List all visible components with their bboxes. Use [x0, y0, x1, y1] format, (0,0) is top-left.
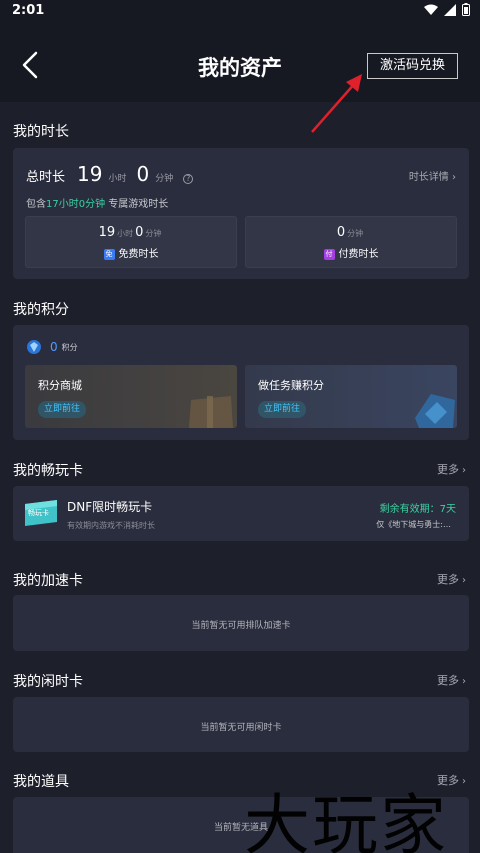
- section-title-points: 我的积分: [13, 302, 69, 318]
- status-bar: 2:01: [0, 0, 480, 24]
- section-title-props: 我的道具: [13, 774, 69, 790]
- status-icons: [424, 3, 470, 16]
- include-prefix: 包含: [26, 199, 46, 210]
- signal-icon: [444, 3, 456, 16]
- time-detail-label: 时长详情: [408, 172, 449, 183]
- free-badge-icon: 免: [103, 248, 115, 260]
- idle-more-label: 更多: [437, 674, 459, 687]
- free-minutes-unit: 分钟: [145, 229, 162, 238]
- pass-description: 有效期内游戏不消耗时长: [67, 521, 155, 530]
- status-time: 2:01: [12, 3, 45, 18]
- diamond-icon: [415, 394, 455, 428]
- section-title-idle: 我的闲时卡: [13, 674, 83, 690]
- idle-more-link[interactable]: 更多 ›: [437, 672, 466, 688]
- paid-time-label: 付费时长: [338, 249, 379, 260]
- back-arrow-icon[interactable]: [18, 50, 42, 80]
- wifi-icon: [424, 4, 438, 15]
- include-line: 包含17小时0分钟 专属游戏时长: [26, 195, 168, 210]
- pass-scope: 仅《地下城与勇士:…: [376, 520, 451, 529]
- accel-more-link[interactable]: 更多 ›: [437, 571, 466, 587]
- free-hours-unit: 小时: [117, 229, 134, 238]
- chevron-right-icon: ›: [462, 465, 466, 476]
- earn-points-label: 做任务赚积分: [258, 379, 324, 392]
- minutes-unit: 分钟: [155, 174, 174, 184]
- section-title-pass: 我的畅玩卡: [13, 463, 83, 479]
- paid-time-tag: 付付费时长: [246, 245, 456, 260]
- paid-minutes-unit: 分钟: [347, 229, 364, 238]
- time-card: 总时长 19 小时 0 分钟 ? 时长详情 › 包含17小时0分钟 专属游戏时长…: [13, 148, 469, 279]
- free-time-value: 19 小时 0 分钟: [26, 225, 236, 240]
- help-icon[interactable]: ?: [183, 174, 194, 184]
- pass-card-image: 畅玩卡: [23, 500, 59, 526]
- include-suffix: 专属游戏时长: [108, 199, 169, 210]
- paid-minutes: 0: [336, 225, 346, 240]
- section-title-time: 我的时长: [13, 124, 69, 140]
- include-highlight: 17小时0分钟: [46, 199, 106, 210]
- free-time-label: 免费时长: [118, 249, 159, 260]
- time-detail-link[interactable]: 时长详情 ›: [409, 168, 456, 183]
- props-more-label: 更多: [437, 774, 459, 787]
- paid-badge-icon: 付: [323, 248, 335, 260]
- props-empty-text: 当前暂无道具: [213, 823, 268, 833]
- accel-card: 当前暂无可用排队加速卡: [13, 595, 469, 651]
- total-time: 总时长 19 小时 0 分钟 ?: [26, 162, 194, 186]
- pass-more-label: 更多: [437, 463, 459, 476]
- total-hours: 19: [77, 162, 103, 186]
- redeem-code-button[interactable]: 激活码兑换: [367, 53, 458, 79]
- chevron-right-icon: ›: [462, 776, 466, 787]
- battery-icon: [462, 3, 470, 16]
- accel-more-label: 更多: [437, 573, 459, 586]
- annotation-arrow-icon: [311, 74, 362, 133]
- idle-empty-text: 当前暂无可用闲时卡: [200, 723, 282, 733]
- points-unit: 积分: [61, 342, 78, 352]
- props-more-link[interactable]: 更多 ›: [437, 772, 466, 788]
- chevron-right-icon: ›: [452, 172, 456, 183]
- points-mall-box[interactable]: 积分商城 立即前往: [25, 365, 237, 428]
- points-summary: 0 积分: [26, 339, 78, 355]
- pass-card-image-text: 畅玩卡: [28, 509, 49, 517]
- chevron-right-icon: ›: [462, 676, 466, 687]
- section-title-accel: 我的加速卡: [13, 573, 83, 589]
- free-time-tag: 免免费时长: [26, 245, 236, 260]
- gift-box-icon: [189, 396, 233, 428]
- pass-remaining: 剩余有效期：7天: [379, 504, 456, 515]
- points-mall-label: 积分商城: [38, 379, 82, 392]
- chevron-right-icon: ›: [462, 575, 466, 586]
- free-time-box: 19 小时 0 分钟 免免费时长: [25, 216, 237, 268]
- hours-unit: 小时: [108, 174, 127, 184]
- earn-points-go-button[interactable]: 立即前往: [258, 401, 307, 418]
- nav-bar: 我的资产 激活码兑换: [0, 24, 480, 102]
- total-minutes: 0: [136, 162, 150, 186]
- free-hours: 19: [98, 225, 116, 240]
- accel-empty-text: 当前暂无可用排队加速卡: [191, 621, 291, 631]
- free-minutes: 0: [135, 225, 144, 240]
- pass-more-link[interactable]: 更多 ›: [437, 461, 466, 477]
- earn-points-box[interactable]: 做任务赚积分 立即前往: [245, 365, 457, 428]
- pass-card[interactable]: 畅玩卡 DNF限时畅玩卡 有效期内游戏不消耗时长 剩余有效期：7天 仅《地下城与…: [13, 486, 469, 541]
- paid-time-box: 0 分钟 付付费时长: [245, 216, 457, 268]
- total-time-label: 总时长: [26, 170, 66, 185]
- idle-card: 当前暂无可用闲时卡: [13, 697, 469, 752]
- paid-time-value: 0 分钟: [246, 225, 456, 240]
- points-value: 0: [50, 340, 58, 354]
- props-card: 当前暂无道具: [13, 797, 469, 853]
- points-mall-go-button[interactable]: 立即前往: [38, 401, 87, 418]
- points-card: 0 积分 积分商城 立即前往 做任务赚积分 立即前往: [13, 325, 469, 440]
- pass-name: DNF限时畅玩卡: [67, 500, 153, 514]
- points-gem-icon: [27, 340, 41, 354]
